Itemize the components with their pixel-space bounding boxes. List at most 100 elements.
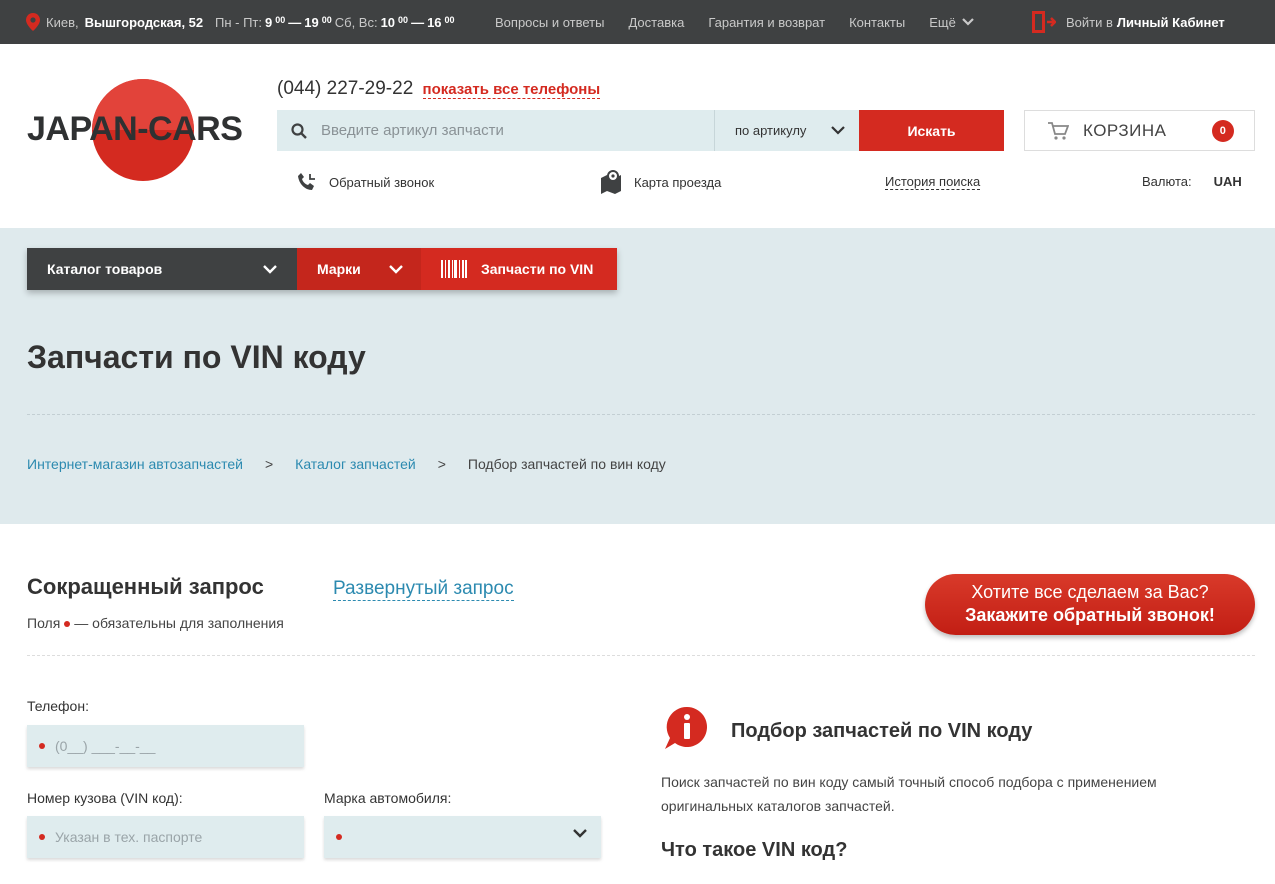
search-icon — [291, 122, 307, 139]
search-mode-select[interactable]: по артикулу — [714, 110, 859, 151]
callback-line2: Закажите обратный звонок! — [965, 605, 1215, 625]
chevron-down-icon — [573, 829, 587, 838]
vin-placeholder: Указан в тех. паспорте — [55, 829, 203, 845]
cart-button[interactable]: КОРЗИНА 0 — [1024, 110, 1255, 151]
phone-label: Телефон: — [27, 698, 89, 714]
catalog-menu-button[interactable]: Каталог товаров — [27, 248, 297, 290]
callback-label: Обратный звонок — [329, 174, 435, 190]
map-label: Карта проезда — [634, 174, 722, 190]
required-dot-icon — [336, 834, 342, 840]
hours-dash: — — [288, 14, 302, 30]
address-street: Вышгородская, 52 — [84, 14, 204, 30]
weekend-label: Сб, Вс: — [334, 14, 378, 30]
hours-dash: — — [411, 14, 425, 30]
breadcrumb: Интернет-магазин автозапчастей > Каталог… — [27, 456, 666, 472]
required-note: Поля — обязательны для заполнения — [27, 615, 284, 631]
brands-menu-button[interactable]: Марки — [297, 248, 421, 290]
nav-more[interactable]: Ещё — [929, 15, 974, 30]
tab-extended-request[interactable]: Развернутый запрос — [333, 578, 514, 601]
search-history-link[interactable]: История поиска — [885, 170, 981, 194]
weekdays-from: 9 — [265, 14, 273, 30]
weekend-to: 16 — [427, 14, 442, 30]
phone-number[interactable]: (044) 227-29-22 — [277, 78, 413, 99]
weekdays-label: Пн - Пт: — [215, 14, 262, 30]
site-logo[interactable]: JAPAN-CARS — [27, 79, 259, 181]
chevron-down-icon — [389, 264, 403, 274]
top-nav: Вопросы и ответы Доставка Гарантия и воз… — [495, 0, 998, 44]
search-input[interactable]: Введите артикул запчасти — [277, 110, 714, 151]
nav-delivery[interactable]: Доставка — [628, 15, 684, 30]
door-icon — [1032, 11, 1056, 33]
weekdays-from-min: 00 — [275, 15, 286, 25]
chevron-down-icon — [263, 264, 277, 274]
brands-label: Марки — [317, 261, 361, 277]
cart-count-badge: 0 — [1212, 120, 1234, 142]
brand-field-label: Марка автомобиля: — [324, 790, 452, 806]
weekdays-to-min: 00 — [321, 15, 332, 25]
address-city: Киев, — [46, 14, 79, 30]
brand-select[interactable] — [324, 816, 601, 858]
currency-value: UAH — [1213, 174, 1242, 189]
login-link[interactable]: Войти в Личный Кабинет — [1030, 0, 1225, 44]
header-phone: (044) 227-29-22 показать все телефоны — [277, 78, 601, 100]
vin-label: Запчасти по VIN — [481, 261, 594, 277]
info-title: Подбор запчастей по VIN коду — [731, 720, 1033, 742]
callback-line1: Хотите все сделаем за Вас? — [971, 582, 1209, 602]
nav-faq[interactable]: Вопросы и ответы — [495, 15, 604, 30]
breadcrumb-home[interactable]: Интернет-магазин автозапчастей — [27, 456, 243, 472]
login-label: Личный Кабинет — [1116, 14, 1225, 30]
divider — [27, 414, 1255, 415]
required-suffix: — обязательны для заполнения — [74, 615, 284, 631]
chevron-down-icon — [831, 126, 845, 135]
store-address: Киев, Вышгородская, 52 — [26, 0, 203, 44]
phone-placeholder: (0__) ___-__-__ — [55, 738, 156, 754]
callback-link[interactable]: Обратный звонок — [297, 170, 434, 194]
search-placeholder: Введите артикул запчасти — [321, 122, 504, 139]
breadcrumb-separator: > — [264, 456, 274, 472]
barcode-icon — [441, 260, 467, 278]
breadcrumb-catalog[interactable]: Каталог запчастей — [295, 456, 416, 472]
required-prefix: Поля — [27, 615, 61, 631]
breadcrumb-separator: > — [437, 456, 446, 472]
page-hero: Каталог товаров Марки Запчасти по VIN За… — [0, 228, 1275, 524]
order-callback-button[interactable]: Хотите все сделаем за Вас? Закажите обра… — [925, 574, 1255, 635]
map-link[interactable]: Карта проезда — [600, 170, 721, 194]
nav-warranty[interactable]: Гарантия и возврат — [708, 15, 825, 30]
info-text: Поиск запчастей по вин коду самый точный… — [661, 774, 1157, 814]
chevron-down-icon — [962, 18, 974, 26]
working-hours: Пн - Пт: 9 00 — 19 00 Сб, Вс: 10 00 — 16 00 — [215, 0, 455, 44]
login-prefix: Войти в — [1066, 14, 1113, 30]
phone-input[interactable]: (0__) ___-__-__ — [27, 725, 304, 767]
nav-more-label: Ещё — [929, 14, 956, 30]
location-pin-icon — [26, 13, 40, 31]
weekend-from: 10 — [380, 14, 396, 30]
phone-callback-icon — [298, 173, 315, 190]
weekend-from-min: 00 — [398, 15, 409, 25]
currency-selector[interactable]: Валюта: UAH — [1142, 174, 1242, 189]
tab-short-request[interactable]: Сокращенный запрос — [27, 574, 264, 600]
show-all-phones-link[interactable]: показать все телефоны — [422, 81, 601, 99]
map-pin-icon — [601, 170, 621, 194]
nav-contacts[interactable]: Контакты — [849, 15, 905, 30]
cart-icon — [1048, 121, 1069, 140]
search-mode-value: по артикулу — [735, 123, 807, 138]
top-bar: Киев, Вышгородская, 52 Пн - Пт: 9 00 — 19… — [0, 0, 1275, 44]
weekdays-to: 19 — [304, 14, 319, 30]
search-history-label: История поиска — [885, 174, 981, 190]
info-icon — [665, 706, 707, 749]
currency-label: Валюта: — [1142, 174, 1192, 189]
required-dot-icon — [39, 743, 45, 749]
required-dot-icon — [39, 834, 45, 840]
main-menu: Каталог товаров Марки Запчасти по VIN — [27, 248, 617, 290]
cart-label: КОРЗИНА — [1083, 120, 1167, 140]
search-button[interactable]: Искать — [859, 110, 1004, 151]
divider — [27, 655, 1255, 656]
vin-parts-menu-button[interactable]: Запчасти по VIN — [421, 248, 617, 290]
vin-input[interactable]: Указан в тех. паспорте — [27, 816, 304, 858]
info-subtitle: Что такое VIN код? — [661, 839, 848, 861]
breadcrumb-current: Подбор запчастей по вин коду — [467, 456, 666, 472]
required-dot-icon — [64, 621, 71, 628]
page-title: Запчасти по VIN коду — [27, 339, 366, 375]
weekend-to-min: 00 — [444, 15, 455, 25]
search-bar: Введите артикул запчасти по артикулу Иск… — [277, 110, 1004, 151]
